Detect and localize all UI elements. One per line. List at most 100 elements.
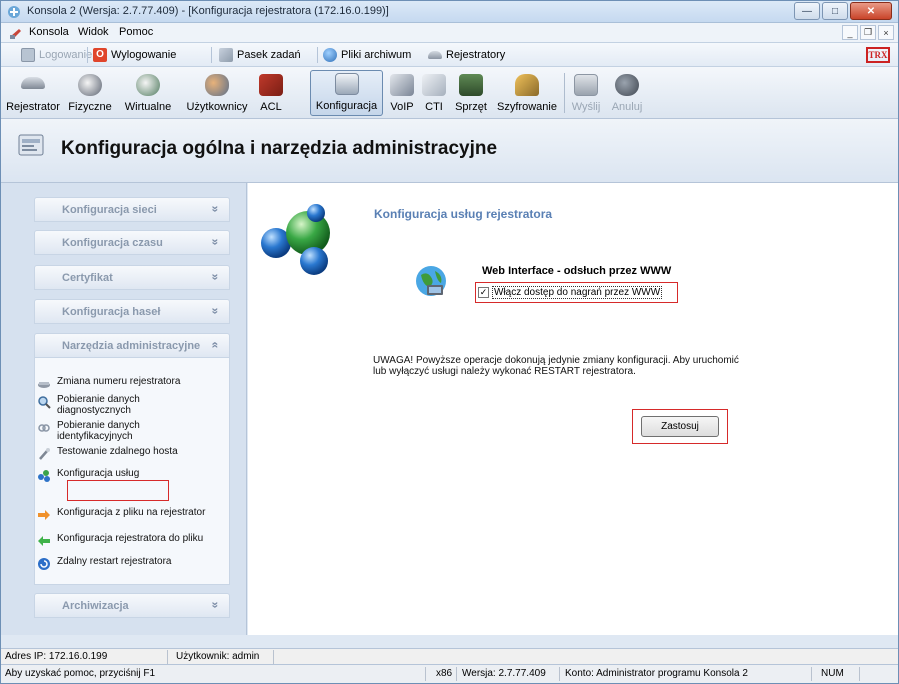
account: Konto: Administrator programu Konsola 2 [565,668,748,679]
cti-icon [422,74,446,96]
chevron-down-icon: » [208,307,223,315]
tool-config-file-to-recorder[interactable]: Konfiguracja z pliku na rejestrator [37,507,225,522]
toolbar-label: Szyfrowanie [497,101,557,113]
toolbar-cti[interactable]: CTI [421,70,447,116]
mdi-close-button[interactable]: × [878,25,894,40]
arrow-left-icon [38,536,50,546]
section-label: Konfiguracja haseł [62,306,161,318]
menu-konsola[interactable]: Konsola [29,26,69,38]
separator [167,650,168,664]
chevron-down-icon: » [208,238,223,246]
separator [559,667,560,681]
taskbar-button[interactable]: Pasek zadań [219,47,301,63]
tool-diagnostic-data[interactable]: Pobieranie danych diagnostycznych [37,394,157,416]
virtual-phone-icon [136,74,160,96]
toolbar-wyslij[interactable]: Wyślij [569,70,603,116]
toolbar-label: Użytkownicy [186,101,248,113]
menu-pomoc[interactable]: Pomoc [119,26,153,38]
console-icon [10,29,21,39]
restart-icon [38,558,50,570]
section-label: Narzędzia administracyjne [62,340,201,352]
sidebar-section-admin-tools[interactable]: Narzędzia administracyjne « [34,333,230,358]
tool-remote-restart[interactable]: Zdalny restart rejestratora [37,556,225,571]
tool-test-remote-host[interactable]: Testowanie zdalnego hosta [37,446,225,461]
tool-label: Pobieranie danych identyfikacyjnych [57,420,140,442]
separator [273,650,274,664]
sidebar: Konfiguracja sieci » Konfiguracja czasu … [1,183,247,635]
section-label: Certyfikat [62,272,113,284]
acl-icon [259,74,283,96]
toolbar-konfiguracja[interactable]: Konfiguracja [310,70,383,116]
web-access-checkbox-label[interactable]: Włącz dostęp do nagrań przez WWW [492,286,663,299]
web-access-checkbox-row[interactable]: ✓ Włącz dostęp do nagrań przez WWW [475,282,678,303]
window-title: Konsola 2 (Wersja: 2.7.77.409) - [Konfig… [27,5,389,17]
arrow-right-icon [38,510,50,520]
toolbar-uzytkownicy[interactable]: Użytkownicy [179,70,255,116]
recorders-label: Rejestratory [446,49,506,61]
sidebar-section-network[interactable]: Konfiguracja sieci » [34,197,230,222]
login-icon [21,48,35,62]
page-title: Konfiguracja ogólna i narzędzia administ… [61,138,498,159]
tool-label: Zmiana numeru rejestratora [57,376,181,387]
apply-button[interactable]: Zastosuj [641,416,719,437]
tool-identification-data[interactable]: Pobieranie danych identyfikacyjnych [37,420,157,442]
mdi-restore-button[interactable]: ❐ [860,25,876,40]
voip-icon [390,74,414,96]
tool-label: Konfiguracja z pliku na rejestrator [57,507,206,518]
toolbar-fizyczne[interactable]: Fizyczne [64,70,116,116]
toolbar-acl[interactable]: ACL [256,70,286,116]
archive-button[interactable]: Pliki archiwum [323,47,411,63]
close-button[interactable]: ✕ [850,2,892,20]
minimize-button[interactable]: — [794,2,820,20]
tool-change-recorder-number[interactable]: Zmiana numeru rejestratora [37,376,225,391]
separator [859,667,860,681]
title-bar: Konsola 2 (Wersja: 2.7.77.409) - [Konfig… [1,1,898,23]
tool-label: Zdalny restart rejestratora [57,556,172,567]
hardware-icon [459,74,483,96]
apply-button-highlight: Zastosuj [632,409,728,444]
toolbar-anuluj[interactable]: Anuluj [609,70,645,116]
chevron-down-icon: » [208,205,223,213]
maximize-button[interactable]: □ [822,2,848,20]
ip-address: Adres IP: 172.16.0.199 [5,651,108,662]
section-label: Archiwizacja [62,600,129,612]
menu-bar: Konsola Widok Pomoc _ ❐ × [1,23,898,43]
toolbar-wirtualne[interactable]: Wirtualne [118,70,178,116]
toolbar-rejestrator[interactable]: Rejestrator [3,70,63,116]
phone-icon [78,74,102,96]
status-bar: Aby uzyskać pomoc, przyciśnij F1 x86 Wer… [1,664,898,683]
sidebar-section-passwords[interactable]: Konfiguracja haseł » [34,299,230,324]
content-title: Konfiguracja usług rejestratora [374,207,553,221]
sidebar-section-archiving[interactable]: Archiwizacja » [34,593,230,618]
section-label: Konfiguracja sieci [62,204,157,216]
mdi-minimize-button[interactable]: _ [842,25,858,40]
toolbar-sprzet[interactable]: Sprzęt [451,70,491,116]
logout-label: Wylogowanie [111,49,177,61]
toolbar-label: Sprzęt [455,101,487,113]
tool-label: Pobieranie danych diagnostycznych [57,394,140,416]
recorder-icon [21,77,45,89]
login-button[interactable]: Logowanie [21,47,92,63]
section-label: Konfiguracja czasu [62,237,163,249]
recorders-button[interactable]: Rejestratory [428,47,505,63]
num-lock-indicator: NUM [821,668,844,679]
toolbar-label: Konfiguracja [315,100,378,112]
app-window: Konsola 2 (Wersja: 2.7.77.409) - [Konfig… [0,0,899,684]
toolbar-szyfrowanie[interactable]: Szyfrowanie [493,70,561,116]
connection-status-bar: Adres IP: 172.16.0.199 Użytkownik: admin [1,648,898,664]
toolbar-label: CTI [425,101,443,113]
tool-config-recorder-to-file[interactable]: Konfiguracja rejestratora do pliku [37,533,225,548]
menu-widok[interactable]: Widok [78,26,109,38]
sidebar-section-time[interactable]: Konfiguracja czasu » [34,230,230,255]
users-icon [205,74,229,96]
tool-label: Konfiguracja rejestratora do pliku [57,533,204,544]
logout-button[interactable]: O Wylogowanie [93,47,176,63]
recorder-icon [428,51,442,59]
separator [211,47,212,63]
magnifier-icon [38,396,51,409]
web-access-checkbox[interactable]: ✓ [478,287,489,298]
toolbar-voip[interactable]: VoIP [385,70,419,116]
toolbar-label: Wirtualne [124,101,172,113]
separator [456,667,457,681]
sidebar-section-certificate[interactable]: Certyfikat » [34,265,230,290]
